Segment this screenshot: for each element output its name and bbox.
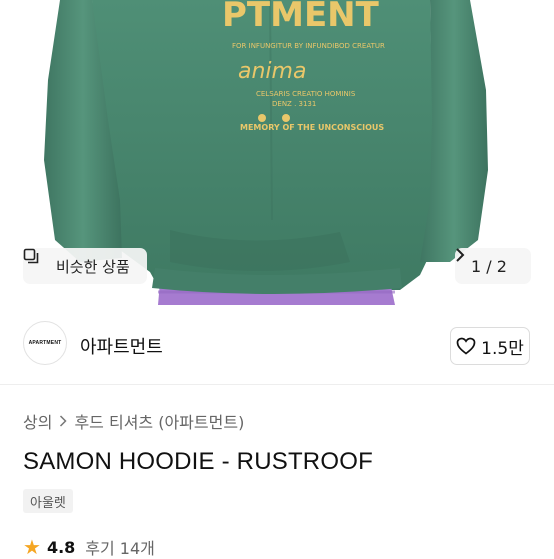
brand-row: APARTMENT 아파트먼트 1.5만 bbox=[0, 305, 554, 385]
print-big-text: PTMENT bbox=[222, 0, 380, 35]
print-line-3: DENZ . 3131 bbox=[272, 100, 316, 108]
breadcrumb: 상의 후드 티셔츠 (아파트먼트) bbox=[23, 409, 244, 433]
print-line-4: MEMORY OF THE UNCONSCIOUS bbox=[240, 123, 384, 132]
like-count: 1.5만 bbox=[481, 338, 524, 359]
brand-name[interactable]: 아파트먼트 bbox=[80, 333, 163, 359]
pager-text: 1 / 2 bbox=[471, 256, 507, 276]
chevron-right-icon bbox=[59, 412, 68, 431]
like-button[interactable]: 1.5만 bbox=[450, 327, 530, 365]
brand-logo[interactable]: APARTMENT bbox=[23, 321, 67, 365]
breadcrumb-item-category[interactable]: 상의 bbox=[23, 409, 52, 433]
similar-products-button[interactable]: 비슷한 상품 bbox=[23, 248, 147, 284]
outlet-tag: 아울렛 bbox=[23, 489, 73, 513]
rating-row[interactable]: ★ 4.8 후기 14개 bbox=[23, 535, 155, 559]
print-line-2: CELSARIS CREATIO HOMINIS bbox=[256, 90, 356, 98]
similar-products-label: 비슷한 상품 bbox=[56, 257, 130, 276]
print-logo: anima bbox=[238, 59, 306, 84]
star-icon: ★ bbox=[23, 535, 41, 559]
product-title: SAMON HOODIE - RUSTROOF bbox=[23, 448, 373, 475]
heart-icon bbox=[456, 337, 476, 355]
breadcrumb-item-subcategory[interactable]: 후드 티셔츠 (아파트먼트) bbox=[74, 409, 244, 433]
copy-icon bbox=[23, 248, 50, 274]
review-count[interactable]: 후기 14개 bbox=[85, 535, 155, 559]
print-line-1: FOR INFUNGITUR BY INFUNDIBOD CREATUR bbox=[232, 42, 385, 50]
image-pager[interactable]: 1 / 2 bbox=[455, 248, 531, 284]
brand-logo-text: APARTMENT bbox=[28, 340, 62, 346]
product-image[interactable]: PTMENT FOR INFUNGITUR BY INFUNDIBOD CREA… bbox=[0, 0, 554, 305]
